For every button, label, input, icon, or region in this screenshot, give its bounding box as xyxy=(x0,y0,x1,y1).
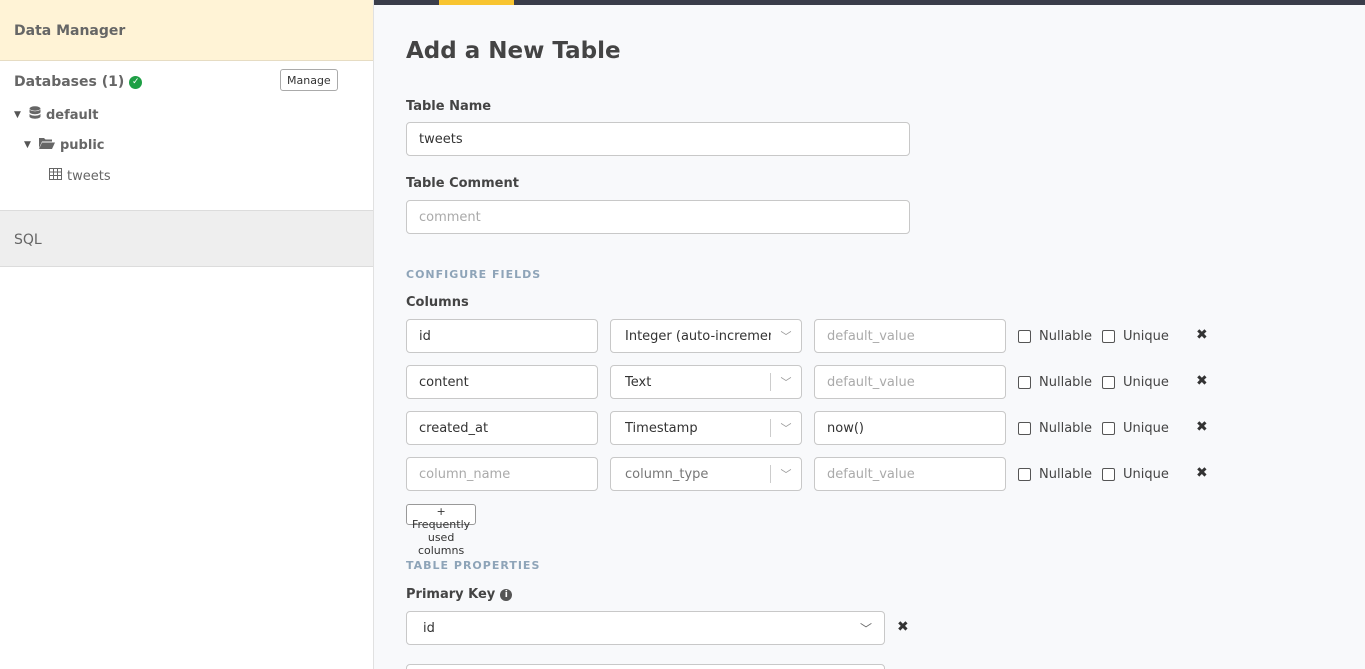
unique-checkbox[interactable]: Unique xyxy=(1102,421,1169,436)
page-title: Add a New Table xyxy=(406,38,621,64)
frequently-used-columns-button[interactable]: + Frequently used columns xyxy=(406,504,477,557)
chevron-down-icon[interactable]: ﹀ xyxy=(771,466,801,482)
column-type-placeholder: column_type xyxy=(625,466,709,482)
table-properties-heading: TABLE PROPERTIES xyxy=(406,559,541,572)
nullable-label: Nullable xyxy=(1039,421,1093,436)
primary-key-label-text: Primary Key xyxy=(406,587,496,602)
primary-key-select[interactable]: id ﹀ xyxy=(406,611,885,645)
checkbox-box[interactable] xyxy=(1102,422,1115,435)
chevron-down-icon[interactable]: ﹀ xyxy=(771,328,801,344)
folder-open-icon xyxy=(39,137,55,153)
remove-primary-key-icon[interactable]: ✖ xyxy=(897,619,909,635)
column-name-input[interactable] xyxy=(406,411,598,445)
default-value-input[interactable] xyxy=(814,365,1006,399)
unique-checkbox[interactable]: Unique xyxy=(1102,375,1169,390)
default-value-input[interactable] xyxy=(814,411,1006,445)
info-circle-icon[interactable]: i xyxy=(500,588,513,601)
tree-item-public[interactable]: ▼ public xyxy=(24,137,104,153)
tree-item-default[interactable]: ▼ default xyxy=(14,106,98,124)
primary-key-select-new[interactable] xyxy=(406,664,885,669)
checkbox-box[interactable] xyxy=(1018,330,1031,343)
top-nav-bar xyxy=(374,0,1365,5)
checkbox-box[interactable] xyxy=(1018,422,1031,435)
tree-item-tweets[interactable]: tweets xyxy=(49,168,111,184)
unique-label: Unique xyxy=(1123,467,1169,482)
column-type-value: Text xyxy=(625,374,652,390)
database-section: Databases (1) ✓ Manage ▼ default ▼ publi… xyxy=(0,61,373,211)
default-value-input[interactable] xyxy=(814,319,1006,353)
checkbox-box[interactable] xyxy=(1102,376,1115,389)
unique-checkbox[interactable]: Unique xyxy=(1102,329,1169,344)
tree-item-label: tweets xyxy=(67,168,111,184)
table-comment-label: Table Comment xyxy=(406,176,519,191)
chevron-down-icon[interactable]: ▼ xyxy=(14,110,24,120)
remove-column-icon[interactable]: ✖ xyxy=(1196,465,1208,481)
nullable-checkbox[interactable]: Nullable xyxy=(1018,375,1092,390)
sidebar: Data Manager Databases (1) ✓ Manage ▼ de… xyxy=(0,0,374,669)
check-circle-icon: ✓ xyxy=(129,75,143,89)
unique-label: Unique xyxy=(1123,329,1169,344)
table-comment-input[interactable] xyxy=(406,200,910,234)
nullable-label: Nullable xyxy=(1039,329,1093,344)
tree-item-label: public xyxy=(60,137,105,153)
columns-label: Columns xyxy=(406,295,469,310)
unique-checkbox[interactable]: Unique xyxy=(1102,467,1169,482)
tree-item-label: default xyxy=(46,107,99,123)
unique-label: Unique xyxy=(1123,421,1169,436)
nullable-label: Nullable xyxy=(1039,467,1093,482)
remove-column-icon[interactable]: ✖ xyxy=(1196,419,1208,435)
chevron-down-icon[interactable]: ﹀ xyxy=(848,620,884,637)
configure-fields-heading: CONFIGURE FIELDS xyxy=(406,268,542,281)
nullable-checkbox[interactable]: Nullable xyxy=(1018,329,1092,344)
sidebar-header[interactable]: Data Manager xyxy=(0,0,373,61)
column-name-input[interactable] xyxy=(406,319,598,353)
primary-key-label: Primary Key i xyxy=(406,587,513,602)
column-type-value: Integer (auto-increment) xyxy=(625,328,771,344)
column-type-select[interactable]: Timestamp ﹀ xyxy=(610,411,802,445)
column-type-select[interactable]: Text ﹀ xyxy=(610,365,802,399)
database-icon xyxy=(29,106,41,124)
checkbox-box[interactable] xyxy=(1018,468,1031,481)
table-name-input[interactable] xyxy=(406,122,910,156)
primary-key-value: id xyxy=(423,620,435,636)
table-name-label: Table Name xyxy=(406,99,492,114)
chevron-down-icon[interactable]: ▼ xyxy=(24,140,34,150)
checkbox-box[interactable] xyxy=(1018,376,1031,389)
column-type-select[interactable]: Integer (auto-increment) ﹀ xyxy=(610,319,802,353)
manage-button[interactable]: Manage xyxy=(280,69,338,91)
column-type-value: Timestamp xyxy=(625,420,698,436)
column-name-input[interactable] xyxy=(406,365,598,399)
remove-column-icon[interactable]: ✖ xyxy=(1196,327,1208,343)
nullable-checkbox[interactable]: Nullable xyxy=(1018,467,1092,482)
nullable-checkbox[interactable]: Nullable xyxy=(1018,421,1092,436)
column-type-select[interactable]: column_type ﹀ xyxy=(610,457,802,491)
active-tab-indicator xyxy=(439,0,514,5)
databases-title: Databases (1) ✓ xyxy=(14,74,143,90)
remove-column-icon[interactable]: ✖ xyxy=(1196,373,1208,389)
checkbox-box[interactable] xyxy=(1102,330,1115,343)
unique-label: Unique xyxy=(1123,375,1169,390)
chevron-down-icon[interactable]: ﹀ xyxy=(771,420,801,436)
sidebar-item-sql[interactable]: SQL xyxy=(0,211,373,267)
table-icon xyxy=(49,168,62,184)
checkbox-box[interactable] xyxy=(1102,468,1115,481)
nullable-label: Nullable xyxy=(1039,375,1093,390)
default-value-input[interactable] xyxy=(814,457,1006,491)
chevron-down-icon[interactable]: ﹀ xyxy=(771,374,801,390)
column-name-input[interactable] xyxy=(406,457,598,491)
databases-label: Databases (1) xyxy=(14,74,125,90)
